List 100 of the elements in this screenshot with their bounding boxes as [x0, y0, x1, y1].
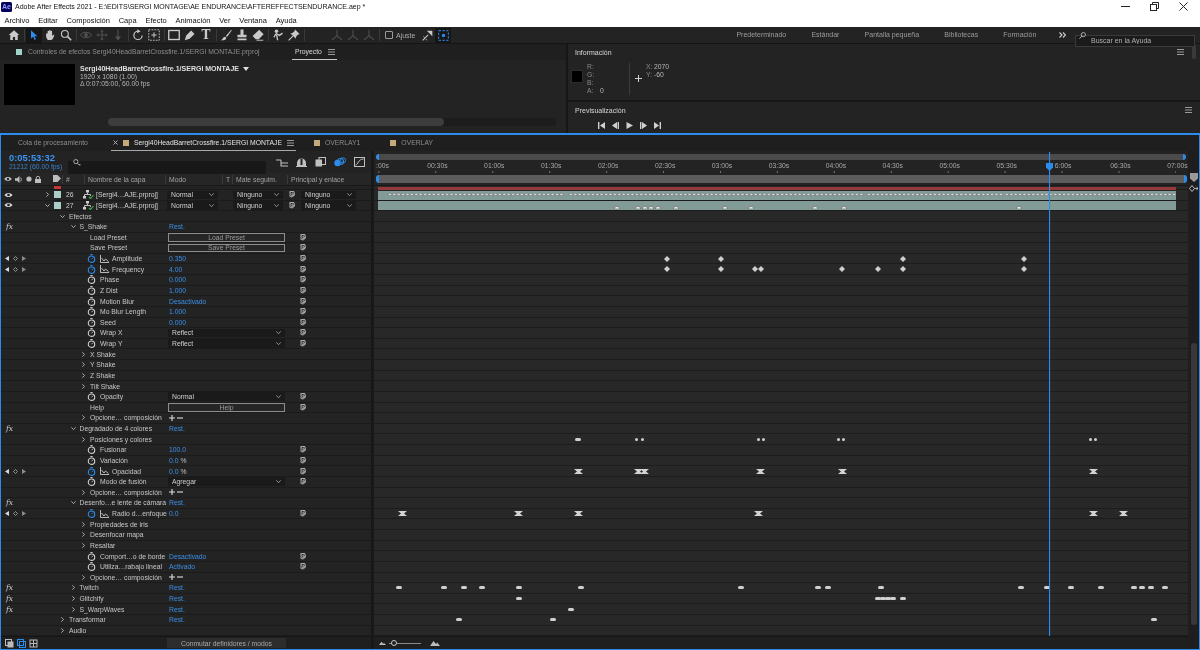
checkbox[interactable]: [385, 31, 393, 39]
plus-icon[interactable]: [169, 414, 175, 421]
keyframe-summary-icon[interactable]: [578, 586, 584, 590]
add-keyframe-icon[interactable]: [13, 511, 18, 517]
label-swatch[interactable]: [54, 191, 61, 199]
stopwatch-icon[interactable]: [87, 317, 96, 327]
small-mountain-icon[interactable]: [379, 641, 386, 646]
keyframe-hourglass-icon[interactable]: [397, 511, 407, 517]
transfer-controls-icon[interactable]: [17, 638, 26, 648]
chevron-right-icon[interactable]: [45, 192, 50, 198]
tag-icon[interactable]: [53, 175, 61, 182]
skip-to-start-icon[interactable]: [598, 122, 605, 129]
chevron-right-icon[interactable]: [81, 532, 86, 538]
menu-icon[interactable]: [1185, 107, 1192, 113]
keyframe-summary-icon[interactable]: [1098, 586, 1104, 590]
close-icon[interactable]: [113, 140, 118, 145]
chevron-right-icon[interactable]: [81, 436, 86, 442]
stopwatch-icon[interactable]: [87, 328, 96, 338]
next-keyframe-icon[interactable]: [22, 468, 26, 474]
keyframe-summary-icon[interactable]: [1018, 586, 1024, 590]
stopwatch-icon[interactable]: [87, 509, 96, 519]
previous-keyframe-icon[interactable]: [5, 468, 9, 474]
stopwatch-icon[interactable]: [87, 307, 96, 317]
keyframe-summary-icon[interactable]: [516, 586, 522, 590]
chevron-right-icon[interactable]: [81, 415, 86, 421]
step-back-icon[interactable]: [612, 122, 619, 129]
eye-icon[interactable]: [4, 176, 12, 182]
double-chevron-icon[interactable]: [1059, 32, 1066, 38]
stopwatch-icon[interactable]: [87, 455, 96, 465]
keyframe-hourglass-icon[interactable]: [1118, 511, 1128, 517]
keyframe-hourglass-icon[interactable]: [573, 511, 583, 517]
caret-down-icon[interactable]: [243, 66, 249, 71]
chevron-right-icon[interactable]: [81, 351, 86, 357]
keyframe-summary-icon[interactable]: [461, 586, 467, 590]
chevron-down-icon[interactable]: [70, 426, 76, 432]
keyframe-summary-icon[interactable]: [516, 597, 522, 601]
chevron-right-icon[interactable]: [81, 383, 86, 389]
keyframe-hourglass-icon[interactable]: [1088, 468, 1098, 474]
skip-to-end-icon[interactable]: [654, 122, 661, 129]
chevron-right-icon[interactable]: [81, 521, 86, 527]
keyframe-summary-icon[interactable]: [1068, 586, 1074, 590]
stopwatch-icon[interactable]: [87, 275, 96, 285]
keyframe-hourglass-icon[interactable]: [573, 468, 583, 474]
chevron-right-icon[interactable]: [60, 617, 65, 623]
add-keyframe-icon[interactable]: [13, 468, 18, 474]
flowchart-icon[interactable]: [276, 157, 288, 167]
stopwatch-icon[interactable]: [87, 254, 96, 264]
tool-button[interactable]: [250, 27, 266, 43]
graph-editor-icon[interactable]: [354, 157, 365, 167]
keyframe-summary-icon[interactable]: [479, 586, 485, 590]
dome-icon[interactable]: [296, 157, 307, 167]
keyframe-summary-icon[interactable]: [738, 586, 744, 590]
playhead[interactable]: [1046, 152, 1053, 636]
chevron-right-icon[interactable]: [81, 489, 86, 495]
menu-icon[interactable]: [286, 139, 294, 146]
keyframe-hourglass-icon[interactable]: [837, 468, 847, 474]
large-mountain-icon[interactable]: [430, 640, 440, 647]
graph-icon[interactable]: [100, 467, 109, 476]
blur-circles-icon[interactable]: [334, 157, 346, 167]
diamond-arrow-icon[interactable]: [1189, 185, 1198, 192]
keyframe-hourglass-icon[interactable]: [1088, 511, 1098, 517]
plus-icon[interactable]: [169, 574, 175, 581]
play-icon[interactable]: [626, 122, 633, 129]
tool-button[interactable]: [286, 27, 302, 43]
menu-icon[interactable]: [327, 48, 335, 55]
restore-icon[interactable]: [1150, 2, 1159, 11]
keyframe-summary-icon[interactable]: [1162, 586, 1168, 590]
chevron-right-icon[interactable]: [81, 574, 86, 580]
layer-search-field[interactable]: [68, 160, 266, 174]
chevron-right-icon[interactable]: [60, 627, 65, 633]
keyframe-hourglass-icon[interactable]: [755, 468, 765, 474]
stretch-icon[interactable]: [29, 638, 38, 648]
lock-icon[interactable]: [35, 175, 41, 183]
stacked-frames-icon[interactable]: [315, 157, 326, 167]
menu-icon[interactable]: [1177, 49, 1184, 55]
tool-button[interactable]: [166, 27, 182, 43]
stopwatch-icon[interactable]: [87, 562, 96, 572]
chevron-down-icon[interactable]: [70, 224, 76, 230]
graph-icon[interactable]: [100, 254, 109, 263]
marker-icon[interactable]: [1189, 173, 1198, 182]
close-icon[interactable]: [1179, 2, 1188, 11]
stopwatch-icon[interactable]: [87, 551, 96, 561]
minus-icon[interactable]: [177, 489, 183, 496]
chevron-right-icon[interactable]: [70, 585, 76, 591]
stopwatch-icon[interactable]: [87, 466, 96, 476]
keyframe-summary-icon[interactable]: [396, 586, 402, 590]
chevron-right-icon[interactable]: [81, 362, 86, 368]
keyframe-hourglass-icon[interactable]: [513, 511, 523, 517]
plus-icon[interactable]: [169, 489, 175, 496]
chevron-right-icon[interactable]: [81, 542, 86, 548]
keyframe-summary-icon[interactable]: [550, 618, 556, 622]
layer-duration-bar[interactable]: [378, 190, 1176, 200]
stopwatch-icon[interactable]: [87, 392, 96, 402]
keyframe-summary-icon[interactable]: [878, 586, 884, 590]
keyframe-summary-icon[interactable]: [568, 607, 574, 611]
keyframe-summary-icon[interactable]: [1151, 618, 1157, 622]
layer-switches-icon[interactable]: [5, 638, 14, 648]
keyframe-summary-icon[interactable]: [456, 618, 462, 622]
stopwatch-icon[interactable]: [87, 296, 96, 306]
label-swatch[interactable]: [54, 186, 61, 189]
